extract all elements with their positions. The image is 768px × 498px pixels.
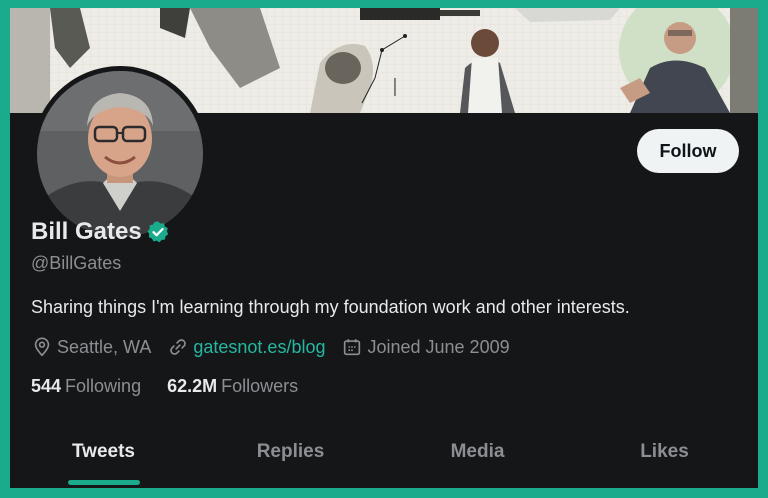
link-icon — [170, 339, 187, 355]
tab-label: Likes — [640, 441, 689, 462]
tab-media[interactable]: Media — [384, 428, 571, 488]
joined-text: Joined June 2009 — [367, 336, 510, 357]
profile-bio: Sharing things I'm learning through my f… — [31, 297, 630, 317]
profile-meta: Seattle, WA gatesnot.es/blog Joined June — [31, 336, 526, 358]
verified-badge-icon[interactable] — [146, 220, 170, 244]
tab-label: Tweets — [71, 441, 135, 462]
location-text: Seattle, WA — [57, 336, 152, 357]
profile-website[interactable]: gatesnot.es/blog — [167, 336, 325, 358]
profile-page: Follow Bill Gates @BillGates Sharing thi… — [10, 8, 758, 488]
profile-joined: Joined June 2009 — [341, 336, 510, 358]
profile-stats: 544 Following 62.2M Followers — [31, 376, 324, 397]
following-count: 544 — [31, 376, 62, 396]
location-pin-icon — [34, 337, 50, 357]
tab-tweets[interactable]: Tweets — [10, 428, 197, 488]
profile-handle: @BillGates — [31, 253, 122, 273]
profile-avatar[interactable] — [32, 66, 208, 242]
tab-likes[interactable]: Likes — [571, 428, 758, 488]
profile-name-row: Bill Gates — [31, 218, 170, 246]
tab-label: Replies — [256, 441, 325, 462]
following-stat[interactable]: 544 Following — [31, 376, 141, 397]
following-label: Following — [65, 376, 142, 396]
website-link[interactable]: gatesnot.es/blog — [193, 337, 325, 358]
followers-label: Followers — [221, 376, 299, 396]
follow-button[interactable]: Follow — [637, 129, 739, 173]
avatar-photo — [37, 71, 203, 237]
profile-location: Seattle, WA — [31, 336, 151, 358]
calendar-icon — [344, 339, 361, 356]
followers-count: 62.2M — [167, 376, 218, 396]
profile-name: Bill Gates — [31, 218, 142, 245]
active-tab-indicator — [67, 480, 140, 485]
followers-stat[interactable]: 62.2M Followers — [167, 376, 298, 397]
profile-tabs: Tweets Replies Media Likes — [10, 428, 758, 488]
tab-label: Media — [450, 441, 505, 462]
tab-replies[interactable]: Replies — [197, 428, 384, 488]
